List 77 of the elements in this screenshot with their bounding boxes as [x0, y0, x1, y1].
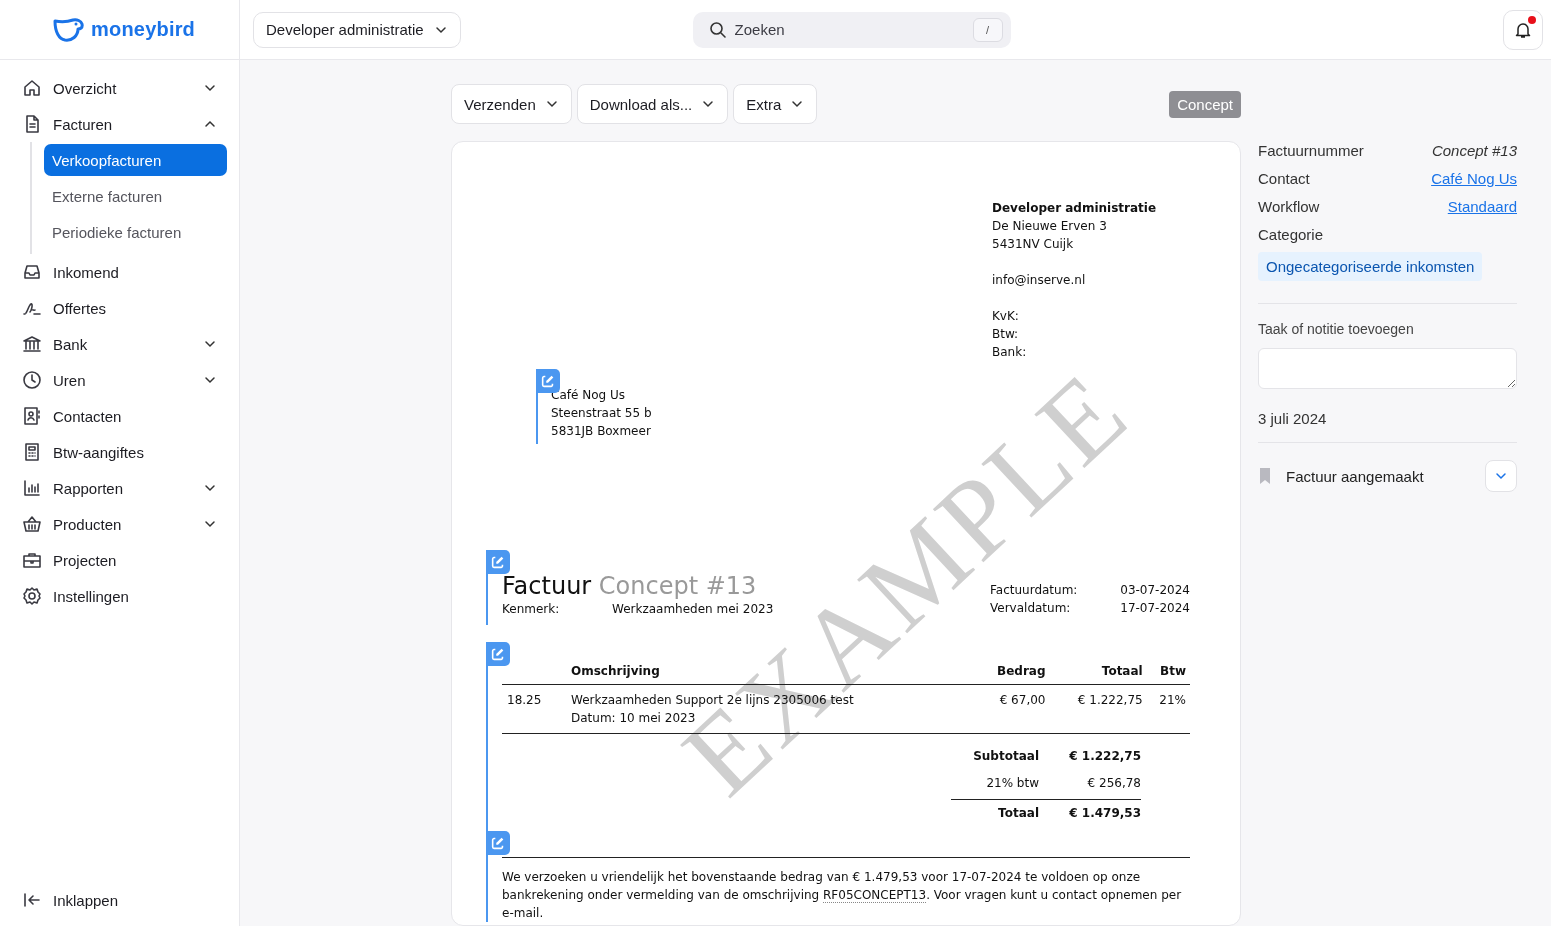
contact-card-icon	[22, 406, 42, 426]
search-field[interactable]: Zoeken	[734, 21, 965, 38]
home-icon	[22, 78, 42, 98]
field-label: Workflow	[1258, 197, 1320, 215]
inbox-icon	[22, 262, 42, 282]
sidebar-subitem[interactable]: Verkoopfacturen	[44, 144, 227, 176]
bell-icon	[1514, 20, 1532, 39]
sidebar-item[interactable]: Inkomend	[0, 254, 239, 290]
edit-icon	[490, 554, 506, 570]
edit-button[interactable]	[486, 831, 510, 855]
edit-icon	[490, 646, 506, 662]
logo-text: moneybird	[91, 18, 196, 41]
field-label: Contact	[1258, 169, 1310, 187]
bar-chart-icon	[22, 478, 42, 498]
sidebar-item[interactable]: Btw-aangiftes	[0, 434, 239, 470]
sidebar-item[interactable]: Facturen	[0, 106, 239, 142]
bird-logo-icon	[53, 17, 85, 42]
sidebar-item[interactable]: Instellingen	[0, 578, 239, 614]
edit-button[interactable]	[486, 642, 510, 666]
sidebar-subitem[interactable]: Periodieke facturen	[44, 216, 227, 248]
totals-label: Totaal	[997, 805, 1039, 822]
search-icon	[708, 20, 727, 39]
sender-email: info@inserve.nl	[992, 272, 1087, 289]
shortcut-key: /	[972, 17, 1003, 42]
category-badge[interactable]: Ongecategoriseerde inkomsten	[1258, 252, 1483, 281]
field-value: Concept #13	[1431, 141, 1517, 159]
field-label: Factuurnummer	[1258, 141, 1364, 159]
search-bar[interactable]: Zoeken /	[692, 11, 1011, 48]
payment-instructions: We verzoeken u vriendelijk het bovenstaande bedrag van € 1.479,53 voor 17-07-2024 te voldoen op onze bankrekening onder vermelding van de omschrijving RF05CONCEPT13. Voor vragen kunt u contact opnemen per e-mail.	[502, 857, 1190, 922]
sidebar-item[interactable]: Rapporten	[0, 470, 239, 506]
field-label: Categorie	[1258, 224, 1325, 245]
collapse-arrow-icon	[22, 890, 42, 910]
bookmark-icon	[1258, 468, 1272, 484]
field-link[interactable]: Café Nog Us	[1431, 169, 1517, 187]
edit-icon	[540, 373, 556, 389]
sidebar-item[interactable]: Producten	[0, 506, 239, 542]
table-cell: 18.25	[502, 684, 571, 734]
sender-registration-line: KvK:	[992, 308, 1020, 325]
recipient-address-line: Steenstraat 55 b	[551, 405, 653, 422]
clock-icon	[22, 370, 42, 390]
bank-icon	[22, 334, 42, 354]
sidebar-item[interactable]: Overzicht	[0, 70, 239, 106]
basket-icon	[22, 514, 42, 534]
sidebar-item[interactable]: Bank	[0, 326, 239, 362]
calculator-icon	[22, 442, 42, 462]
status-badge: Concept	[1169, 90, 1241, 118]
collapse-sidebar-link[interactable]: Inklappen	[0, 882, 239, 918]
toolbar-dropdown-button[interactable]: Extra	[733, 84, 818, 124]
sidebar-item[interactable]: Uren	[0, 362, 239, 398]
table-cell: 21%	[1146, 684, 1190, 734]
edit-button[interactable]	[486, 550, 510, 574]
sender-address-line: 5431NV Cuijk	[992, 236, 1075, 253]
sender-name: Developer administratie	[992, 200, 1158, 217]
sender-address-line: De Nieuwe Erven 3	[992, 218, 1108, 235]
field-link[interactable]: Standaard	[1447, 197, 1517, 215]
timeline-date: 3 juli 2024	[1258, 410, 1328, 427]
sender-registration-line: Btw:	[992, 326, 1020, 343]
recipient-address-line: 5831JB Boxmeer	[551, 423, 652, 440]
totals-value: € 1.479,53	[1069, 805, 1141, 822]
settings-icon	[22, 586, 42, 606]
administration-dropdown[interactable]: Developer administratie	[253, 11, 461, 48]
column-header: Btw	[1146, 659, 1190, 685]
note-label: Taak of notitie toevoegen	[1258, 321, 1415, 337]
sidebar-subitem[interactable]: Externe facturen	[44, 180, 227, 212]
notifications-button[interactable]	[1503, 9, 1543, 50]
sender-registration-line: Bank:	[992, 344, 1028, 361]
timeline-event: Factuur aangemaakt	[1286, 467, 1425, 485]
toolbar-dropdown-button[interactable]: Download als...	[576, 84, 729, 124]
briefcase-icon	[22, 550, 42, 570]
toolbar-dropdown-button[interactable]: Verzenden	[451, 84, 572, 124]
sidebar-item[interactable]: Projecten	[0, 542, 239, 578]
reference-label: Kenmerk:	[502, 601, 561, 618]
edit-icon	[490, 835, 506, 851]
note-field[interactable]	[1258, 348, 1517, 389]
payment-reference: RF05CONCEPT13	[823, 888, 927, 903]
sidebar-item[interactable]: Contacten	[0, 398, 239, 434]
sidebar-item[interactable]: Offertes	[0, 290, 239, 326]
